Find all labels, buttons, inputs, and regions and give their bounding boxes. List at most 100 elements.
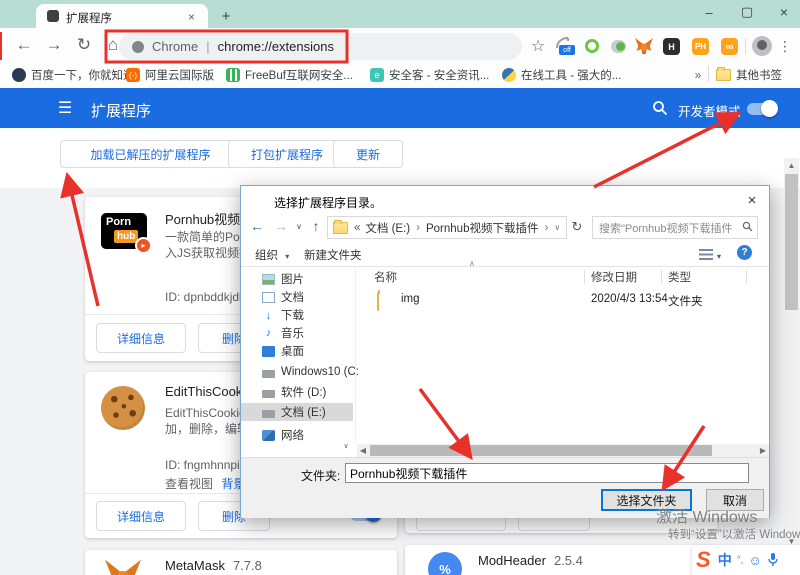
bookmark-freebuf[interactable]: FreeBuf互联网安全... [226,66,353,84]
bookmark-aliyun[interactable]: (-) 阿里云国际版 [126,66,214,84]
folder-name-input[interactable] [345,463,749,483]
file-row-img[interactable]: img 2020/4/3 13:54 文件夹 [361,290,761,310]
sidebar-item-network[interactable]: 网络 [241,426,353,444]
search-icon[interactable] [652,100,668,116]
sidebar-item-desktop[interactable]: 桌面 [241,342,353,360]
page-scrollbar[interactable]: ▲ ▼ [784,158,799,548]
drive-icon [262,390,275,398]
nav-history-caret-icon[interactable]: ∨ [293,219,305,233]
chevron-icon: › [416,222,420,234]
back-icon[interactable]: ← [12,33,36,57]
views-label: 查看视图 [165,477,213,491]
search-magnifier-icon[interactable] [742,219,753,237]
scrollbar-thumb[interactable] [370,445,712,456]
bookmarks-overflow-icon[interactable]: » [690,66,706,84]
scroll-right-icon[interactable]: ▶ [757,444,769,457]
ime-emoji-icon[interactable]: ☺ [748,553,761,568]
network-icon [262,430,275,441]
dev-mode-label: 开发者模式 [678,101,741,120]
sidebar-scroll-down-icon[interactable]: ∨ [339,441,353,451]
list-horizontal-scrollbar[interactable]: ◀ ▶ [357,444,769,457]
proxy-extension-icon[interactable]: off [554,36,576,58]
hamburger-menu-icon[interactable]: ☰ [55,98,75,118]
list-left-divider [355,266,356,444]
view-caret-icon[interactable]: ▾ [717,252,721,261]
organize-menu[interactable]: 组织 ▾ [255,247,289,263]
view-mode-icon[interactable] [699,249,713,260]
details-button[interactable]: 详细信息 [96,501,186,531]
sidebar-item-documents[interactable]: 文档 [241,288,353,306]
avatar[interactable] [752,36,772,56]
reload-icon[interactable]: ↻ [72,33,96,57]
ime-bar[interactable]: S 中 °, ☺ [692,545,800,575]
scrollbar-thumb[interactable] [785,174,798,310]
sogou-icon[interactable]: S [696,547,711,573]
metamask-extension-icon[interactable] [634,37,654,55]
pornhub-logo-top: Porn [106,216,131,228]
h-extension-icon[interactable]: H [663,38,680,55]
details-button[interactable]: 详细信息 [96,323,186,353]
desktop-icon [262,346,275,357]
sidebar-item-music[interactable]: ♪ 音乐 [241,324,353,342]
off-badge: off [559,45,575,55]
ime-punctuation[interactable]: °, [737,555,744,566]
load-unpacked-button[interactable]: 加载已解压的扩展程序 [60,140,241,168]
modheader-icon: % [428,552,462,575]
pill-extension-icon[interactable] [611,40,626,53]
browser-menu-icon[interactable]: ⋮ [777,36,793,56]
bookmark-anquanke[interactable]: e 安全客 - 安全资讯... [370,66,489,84]
other-bookmarks-folder[interactable]: 其他书签 [716,66,782,84]
bookmark-tools[interactable]: 在线工具 - 强大的... [502,66,621,84]
sidebar-label: 桌面 [281,343,304,359]
scroll-up-icon[interactable]: ▲ [784,158,799,172]
crumb-drive[interactable]: 文档 (E:) [365,220,410,236]
folder-name-label: 文件夹: [301,467,340,484]
infinity-extension-icon[interactable]: ∞ [721,38,738,55]
puzzle-favicon-icon [47,10,59,22]
browser-tab-extensions[interactable]: 扩展程序 × [36,4,208,28]
dialog-close-icon[interactable]: × [739,189,765,211]
column-header-date[interactable]: 修改日期 [591,268,637,286]
column-header-name[interactable]: 名称 [374,268,397,286]
sidebar-item-drive-e-selected[interactable]: 文档 (E:) [241,403,353,421]
site-info-icon[interactable] [132,41,144,53]
ime-language-chinese[interactable]: 中 [718,550,732,570]
crumb-folder[interactable]: Pornhub视频下载插件 [426,220,538,236]
nav-back-icon[interactable]: ← [247,216,267,236]
sidebar-item-drive-c[interactable]: Windows10 (C: [241,363,353,381]
bookmark-star-icon[interactable]: ☆ [527,35,549,57]
page-title: 扩展程序 [91,100,151,121]
downloads-icon: ↓ [262,310,275,321]
select-directory-dialog: 选择扩展程序目录。 × ← → ∨ ↑ « 文档 (E:) › Pornhub视… [240,185,770,518]
other-bookmarks-label: 其他书签 [736,67,782,83]
new-folder-button[interactable]: 新建文件夹 [304,247,362,263]
bookmark-baidu[interactable]: 百度一下，你就知道 [12,66,135,84]
python-icon [502,68,516,82]
breadcrumb-bar[interactable]: « 文档 (E:) › Pornhub视频下载插件 › ∨ [327,216,567,239]
nav-forward-icon[interactable]: → [271,216,291,236]
dialog-search-box[interactable]: 搜索"Pornhub视频下载插件" [592,216,758,239]
window-maximize-button[interactable]: ▢ [733,2,761,22]
tab-close-icon[interactable]: × [184,9,199,24]
window-close-button[interactable]: × [770,2,798,22]
ime-mic-icon[interactable] [768,553,778,567]
ph-extension-icon[interactable]: PH [692,38,709,55]
refresh-icon[interactable]: ↻ [568,216,586,237]
nav-up-icon[interactable]: ↑ [307,216,325,236]
pictures-icon [262,274,275,285]
update-button[interactable]: 更新 [333,140,403,168]
help-icon[interactable]: ? [737,245,752,260]
sidebar-item-drive-d[interactable]: 软件 (D:) [241,383,353,401]
window-minimize-button[interactable]: – [695,2,723,22]
breadcrumb-caret-icon[interactable]: ∨ [554,223,560,232]
sidebar-item-downloads[interactable]: ↓ 下载 [241,306,353,324]
address-bar[interactable]: Chrome | chrome://extensions [119,33,522,60]
ring-extension-icon[interactable] [585,39,599,53]
scroll-left-icon[interactable]: ◀ [357,444,369,457]
extension-card-metamask: MetaMask7.7.8 [85,550,397,575]
pack-extension-button[interactable]: 打包扩展程序 [228,140,346,168]
sidebar-item-pictures[interactable]: 图片 [241,270,353,288]
forward-icon[interactable]: → [42,33,66,57]
column-header-type[interactable]: 类型 [668,268,691,286]
new-tab-button[interactable]: + [216,6,236,26]
